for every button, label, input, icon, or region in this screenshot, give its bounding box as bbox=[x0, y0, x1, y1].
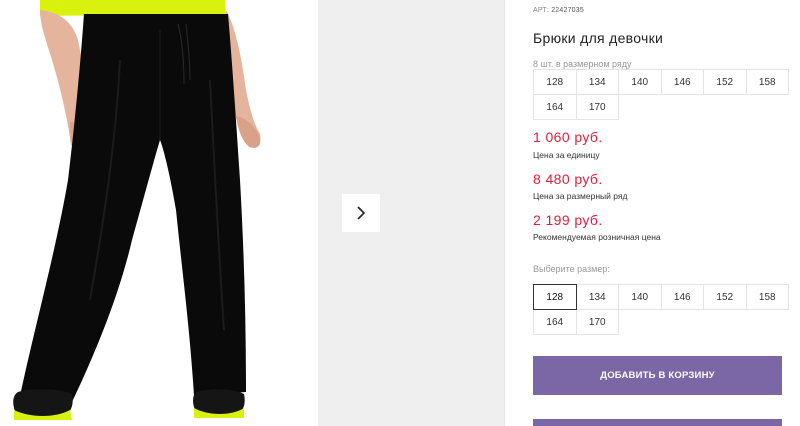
product-title: Брюки для девочки bbox=[533, 30, 664, 46]
size-option[interactable]: 170 bbox=[575, 309, 619, 335]
size-selector: 128 134 140 146 152 158 164 170 bbox=[533, 284, 789, 335]
size-row-caption: 8 шт. в размерном ряду bbox=[533, 59, 632, 69]
size-row-cell: 158 bbox=[745, 69, 789, 95]
choose-size-label: Выберите размер: bbox=[533, 264, 610, 274]
article-prefix: АРТ: bbox=[533, 7, 550, 14]
size-row-price: 8 480 руб. bbox=[533, 171, 603, 187]
size-row-cell: 164 bbox=[533, 94, 577, 120]
article-value: 22427035 bbox=[551, 7, 584, 14]
product-photo bbox=[0, 0, 318, 426]
size-row-cell: 128 bbox=[533, 69, 577, 95]
size-row-price-label: Цена за размерный ряд bbox=[533, 191, 628, 201]
size-option[interactable]: 140 bbox=[618, 284, 662, 310]
unit-price-label: Цена за единицу bbox=[533, 150, 600, 160]
size-row-cell: 140 bbox=[618, 69, 662, 95]
unit-price: 1 060 руб. bbox=[533, 129, 603, 145]
size-row-cell: 152 bbox=[703, 69, 747, 95]
product-page: АРТ: 22427035 Брюки для девочки 8 шт. в … bbox=[0, 0, 800, 426]
size-option[interactable]: 152 bbox=[703, 284, 747, 310]
add-to-cart-button[interactable]: ДОБАВИТЬ В КОРЗИНУ bbox=[533, 356, 782, 395]
product-gallery bbox=[0, 0, 505, 426]
retail-price-label: Рекомендуемая розничная цена bbox=[533, 232, 661, 242]
size-option[interactable]: 146 bbox=[660, 284, 704, 310]
size-option[interactable]: 164 bbox=[533, 309, 577, 335]
size-option[interactable]: 134 bbox=[575, 284, 619, 310]
size-row-grid: 128 134 140 146 152 158 164 170 bbox=[533, 69, 789, 120]
product-details: АРТ: 22427035 Брюки для девочки 8 шт. в … bbox=[533, 0, 800, 426]
size-option[interactable]: 128 bbox=[533, 284, 577, 310]
size-row-cell: 146 bbox=[660, 69, 704, 95]
article-number: АРТ: 22427035 bbox=[533, 7, 584, 14]
chevron-right-icon bbox=[355, 205, 367, 221]
size-row-cell: 170 bbox=[575, 94, 619, 120]
retail-price: 2 199 руб. bbox=[533, 212, 603, 228]
size-row-cell: 134 bbox=[575, 69, 619, 95]
gallery-next-button[interactable] bbox=[342, 194, 380, 232]
size-option[interactable]: 158 bbox=[745, 284, 789, 310]
secondary-action-button[interactable] bbox=[533, 419, 782, 426]
